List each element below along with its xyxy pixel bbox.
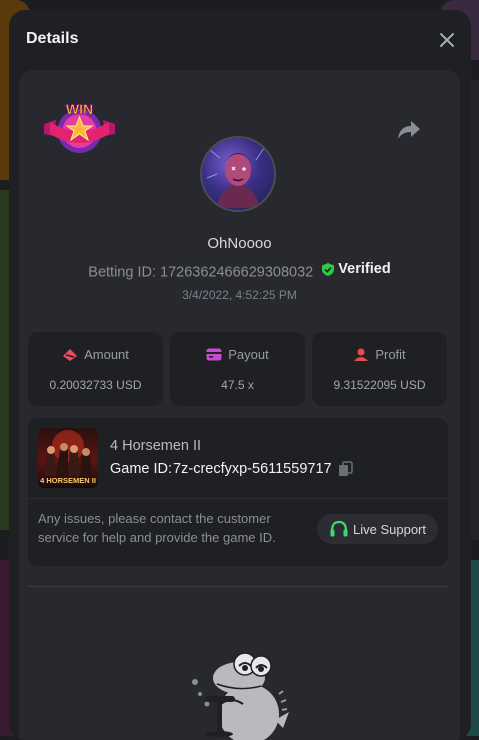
details-modal: Details WIN OhNoooo Betting ID: 17263624…	[9, 10, 471, 740]
copy-icon[interactable]	[338, 461, 354, 477]
svg-text:WIN: WIN	[66, 101, 93, 117]
bet-detail-panel: WIN OhNoooo Betting ID: 1726362466629308…	[19, 70, 460, 740]
game-id-row: Game ID: 7z-crecfyxp-5611559717	[110, 461, 354, 477]
game-id-value: 7z-crecfyxp-5611559717	[173, 461, 332, 477]
payout-icon	[206, 348, 222, 361]
crocodile-mascot-icon	[192, 652, 289, 740]
divider	[28, 586, 448, 587]
modal-header: Details	[9, 10, 471, 68]
profit-icon	[354, 348, 369, 361]
game-card: 4 HORSEMEN II 4 Horsemen II Game ID: 7z-…	[28, 418, 448, 566]
bet-stats: Amount 0.20032733 USD Payout 47.5 x Prof…	[28, 332, 448, 406]
stat-profit: Profit 9.31522095 USD	[312, 332, 447, 406]
stat-profit-label: Profit	[375, 347, 406, 362]
verified-shield-icon	[322, 262, 335, 276]
stat-amount-label: Amount	[84, 347, 129, 362]
avatar-image	[206, 147, 265, 208]
stat-amount-value: 0.20032733 USD	[49, 378, 142, 392]
stat-payout-label: Payout	[228, 347, 269, 362]
game-thumbnail[interactable]: 4 HORSEMEN II	[38, 428, 98, 488]
betting-id-label: Betting ID:	[88, 264, 156, 281]
live-support-label: Live Support	[353, 521, 426, 537]
verified-label: Verified	[338, 261, 391, 277]
share-icon[interactable]	[396, 118, 422, 142]
live-support-button[interactable]: Live Support	[317, 514, 438, 544]
divider	[28, 498, 448, 499]
win-badge-icon: WIN	[44, 101, 115, 153]
username: OhNoooo	[207, 235, 272, 252]
close-icon[interactable]	[437, 30, 457, 50]
stat-amount: Amount 0.20032733 USD	[28, 332, 163, 406]
game-name[interactable]: 4 Horsemen II	[110, 438, 201, 454]
stat-payout-value: 47.5 x	[221, 378, 254, 392]
game-thumbnail-title: 4 HORSEMEN II	[40, 476, 96, 485]
avatar	[200, 136, 276, 212]
modal-title: Details	[26, 30, 79, 47]
stat-payout: Payout 47.5 x	[170, 332, 305, 406]
support-message: Any issues, please contact the customer …	[38, 511, 276, 545]
bet-time: 3/4/2022, 4:52:25 PM	[182, 288, 297, 302]
betting-id-value: 1726362466629308032	[160, 264, 314, 281]
verified-badge: Verified	[321, 261, 391, 277]
betting-id-row: Betting ID: 1726362466629308032 Verified	[19, 261, 460, 281]
game-id-label: Game ID:	[110, 461, 173, 477]
stat-profit-value: 9.31522095 USD	[333, 378, 426, 392]
amount-icon	[63, 348, 78, 361]
headset-icon	[330, 520, 348, 537]
